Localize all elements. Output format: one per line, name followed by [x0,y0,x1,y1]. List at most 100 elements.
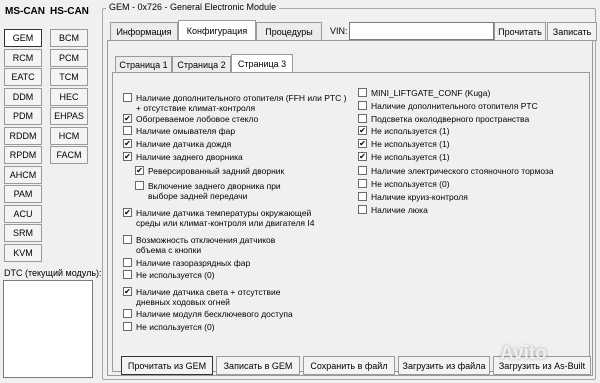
subtab-page-2[interactable]: Страница 2 [172,56,231,73]
module-button-ahcm[interactable]: AHCM [4,165,42,184]
checkmark-icon[interactable]: ✔ [358,152,367,161]
read-vin-button[interactable]: Прочитать [494,22,546,41]
checkbox-empty-icon[interactable] [123,93,132,102]
option-label: Наличие датчика света + отсутствие дневны… [136,287,281,307]
module-button-rpdm[interactable]: RPDM [4,146,42,164]
option-checkbox[interactable]: Наличие дополнительного отопителя PTC [358,101,538,111]
subtab-page-3[interactable]: Страница 3 [231,54,293,73]
checkbox-empty-icon[interactable] [123,270,132,279]
save-to-file-button[interactable]: Сохранить в файл [303,356,395,375]
module-button-pcm[interactable]: PCM [50,48,88,67]
option-checkbox[interactable]: Наличие люка [358,205,428,215]
option-checkbox[interactable]: Наличие круиз-контроля [358,192,468,202]
option-checkbox[interactable]: ✔ Не используется (1) [358,126,450,136]
option-checkbox[interactable]: ✔ Обогреваемое лобовое стекло [123,114,258,124]
option-checkbox[interactable]: ✔ Реверсированный задний дворник [135,166,284,176]
option-checkbox[interactable]: Наличие электрического стояночного тормо… [358,166,554,176]
tab-procedures[interactable]: Процедуры [256,22,322,40]
option-checkbox[interactable]: ✔ Не используется (1) [358,139,450,149]
checkbox-empty-icon[interactable] [358,192,367,201]
hs-can-header: HS-CAN [50,6,89,17]
checkbox-empty-icon[interactable] [358,114,367,123]
option-label: Наличие заднего дворника [136,152,243,162]
checkbox-empty-icon[interactable] [358,179,367,188]
vin-input[interactable] [349,22,494,40]
option-checkbox[interactable]: Включение заднего дворника при выборе зад… [135,181,281,201]
option-checkbox[interactable]: Подсветка околодверного пространства [358,114,529,124]
load-from-file-button[interactable]: Загрузить из файла [398,356,490,375]
option-label: Наличие электрического стояночного тормо… [371,166,554,176]
tab-information[interactable]: Информация [110,22,178,40]
module-button-srm[interactable]: SRM [4,224,42,242]
subtab-page-1[interactable]: Страница 1 [115,56,172,73]
ms-can-header: MS-CAN [5,6,45,17]
option-checkbox[interactable]: Наличие газоразрядных фар [123,258,250,268]
option-checkbox[interactable]: ✔ Наличие датчика света + отсутствие дневн… [123,287,281,307]
write-vin-button[interactable]: Записать [547,22,597,41]
dtc-label: DTC (текущий модуль): [4,268,102,278]
checkmark-icon[interactable]: ✔ [135,166,144,175]
option-label: Обогреваемое лобовое стекло [136,114,259,124]
option-label: Реверсированный задний дворник [148,166,285,176]
checkbox-empty-icon[interactable] [358,166,367,175]
option-label: Наличие газоразрядных фар [136,258,251,268]
checkmark-icon[interactable]: ✔ [123,152,132,161]
option-checkbox[interactable]: ✔ Наличие датчика дождя [123,139,231,149]
option-label: Подсветка околодверного пространства [371,114,530,124]
module-button-eatc[interactable]: EATC [4,68,42,86]
option-checkbox[interactable]: Наличие модуля бесключевого доступа [123,309,293,319]
module-button-rcm[interactable]: RCM [4,48,42,67]
checkmark-icon[interactable]: ✔ [358,139,367,148]
checkmark-icon[interactable]: ✔ [123,114,132,123]
checkbox-empty-icon[interactable] [123,258,132,267]
option-checkbox[interactable]: ✔ Наличие датчика температуры окружающей с… [123,208,314,228]
option-checkbox[interactable]: MINI_LIFTGATE_CONF (Kuga) [358,88,490,98]
module-button-kvm[interactable]: KVM [4,243,42,262]
write-to-gem-button[interactable]: Записать в GEM [216,356,300,375]
option-checkbox[interactable]: Не используется (0) [123,322,215,332]
option-checkbox[interactable]: Не используется (0) [358,179,450,189]
checkbox-empty-icon[interactable] [358,101,367,110]
module-button-hcm[interactable]: HCM [50,126,88,145]
module-button-acu[interactable]: ACU [4,204,42,223]
option-label: Не используется (0) [371,179,450,189]
checkmark-icon[interactable]: ✔ [123,287,132,296]
module-button-pdm[interactable]: PDM [4,107,42,125]
module-button-tcm[interactable]: TCM [50,68,88,86]
option-label: Наличие дополнительного отопителя PTC [371,101,538,111]
checkbox-empty-icon[interactable] [358,88,367,97]
module-button-bcm[interactable]: BCM [50,29,88,47]
checkbox-empty-icon[interactable] [123,235,132,244]
module-button-rddm[interactable]: RDDM [4,126,42,145]
option-checkbox[interactable]: Не используется (0) [123,270,215,280]
tab-configuration[interactable]: Конфигурация [178,20,256,41]
module-title: GEM - 0x726 - General Electronic Module [106,2,280,12]
option-checkbox[interactable]: ✔ Наличие заднего дворника [123,152,243,162]
checkmark-icon[interactable]: ✔ [123,139,132,148]
option-label: Не используется (1) [371,152,450,162]
module-button-hec[interactable]: HEC [50,87,88,106]
option-checkbox[interactable]: Возможность отключения датчиков объема с … [123,235,275,255]
module-button-facm[interactable]: FACM [50,146,88,164]
checkmark-icon[interactable]: ✔ [123,208,132,217]
checkbox-empty-icon[interactable] [123,322,132,331]
module-button-ddm[interactable]: DDM [4,87,42,106]
module-button-ehpas[interactable]: EHPAS [50,107,88,125]
option-checkbox[interactable]: Наличие дополнительного отопителя (FFH и… [123,93,346,113]
checkmark-icon[interactable]: ✔ [358,126,367,135]
checkbox-empty-icon[interactable] [358,205,367,214]
option-checkbox[interactable]: ✔ Не используется (1) [358,152,450,162]
checkbox-empty-icon[interactable] [135,181,144,190]
option-label: Возможность отключения датчиков объема с … [136,235,276,255]
option-label: MINI_LIFTGATE_CONF (Kuga) [371,88,491,98]
option-label: Наличие датчика дождя [136,139,232,149]
module-button-pam[interactable]: PAM [4,185,42,203]
option-checkbox[interactable]: Наличие омывателя фар [123,126,235,136]
dtc-list[interactable] [3,280,93,378]
option-label: Не используется (0) [136,322,215,332]
module-button-gem[interactable]: GEM [4,29,42,47]
read-from-gem-button[interactable]: Прочитать из GEM [121,356,213,375]
option-label: Наличие датчика температуры окружающей ср… [136,208,315,228]
checkbox-empty-icon[interactable] [123,126,132,135]
checkbox-empty-icon[interactable] [123,309,132,318]
